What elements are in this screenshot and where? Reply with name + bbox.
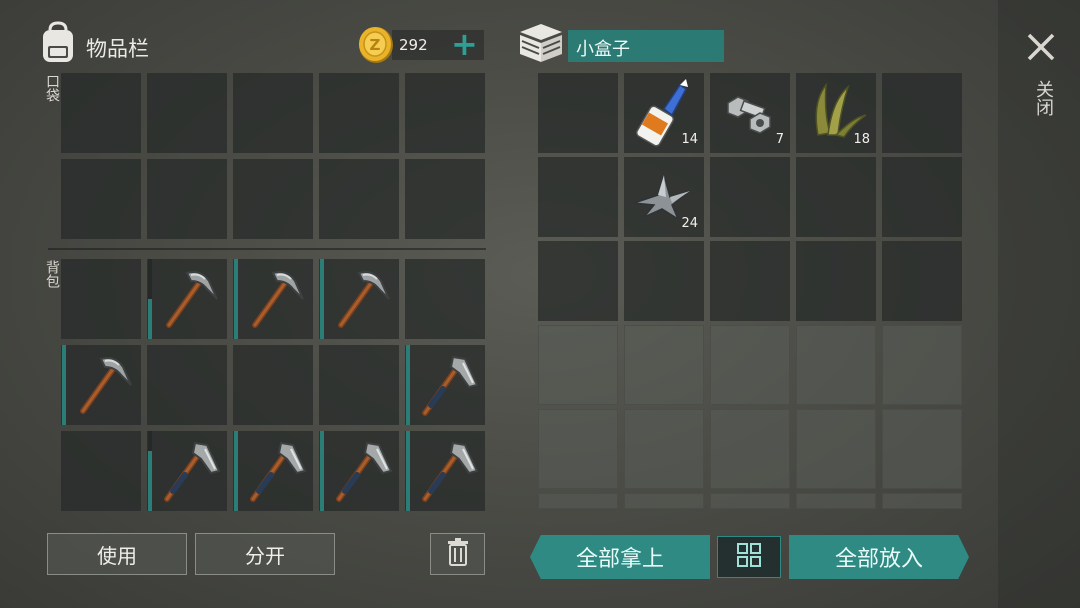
backpack-slot[interactable] [147,259,227,339]
container-slot[interactable] [624,241,704,321]
inventory-title: 物品栏 [86,37,149,61]
grid-sort-icon [737,543,761,571]
container-slot[interactable] [710,325,790,405]
put-all-button[interactable]: 全部放入 [789,535,969,579]
backpack-icon [38,20,78,64]
item-quantity: 24 [681,216,698,231]
pocket-slot[interactable] [61,159,141,239]
backpack-slot[interactable] [405,431,485,511]
item-quantity: 14 [681,132,698,147]
backpack-slot[interactable] [233,259,313,339]
use-button[interactable]: 使用 [47,533,187,575]
container-name: 小盒子 [576,39,630,60]
container-slot[interactable] [710,241,790,321]
pocket-slot[interactable] [405,159,485,239]
split-button[interactable]: 分开 [195,533,335,575]
container-slot[interactable] [796,493,876,509]
close-icon [1024,33,1058,68]
container-slot[interactable] [538,409,618,489]
container-slot[interactable] [710,409,790,489]
container-slot[interactable] [624,493,704,509]
backpack-slot[interactable] [233,345,313,425]
backpack-slot[interactable] [405,345,485,425]
backpack-slot[interactable] [319,345,399,425]
box-icon [518,22,564,64]
backpack-slot[interactable] [61,345,141,425]
backpack-slot[interactable] [147,345,227,425]
container-slot[interactable] [796,157,876,237]
svg-text:Z: Z [370,36,381,54]
trash-icon [447,537,469,571]
pocket-slot[interactable] [405,73,485,153]
container-slot[interactable] [624,409,704,489]
container-slot[interactable] [538,157,618,237]
close-label[interactable]: 关闭 [1030,80,1056,116]
container-slot[interactable] [882,493,962,509]
pocket-slot[interactable] [319,159,399,239]
section-divider [48,248,486,250]
coin-amount: 292 [399,36,428,54]
container-slot[interactable] [710,157,790,237]
container-slot[interactable] [796,325,876,405]
container-slot[interactable] [538,241,618,321]
coin-icon: Z [356,24,396,64]
sort-button[interactable] [717,536,781,578]
container-slot[interactable] [882,409,962,489]
item-quantity: 7 [775,132,784,147]
container-slot[interactable] [882,241,962,321]
container-slot[interactable] [538,493,618,509]
pocket-slot[interactable] [233,159,313,239]
container-slot[interactable] [882,157,962,237]
pocket-slot[interactable] [319,73,399,153]
item-quantity: 18 [853,132,870,147]
container-slot[interactable] [882,73,962,153]
container-slot[interactable]: 24 [624,157,704,237]
container-slot[interactable] [538,325,618,405]
close-button[interactable] [1024,30,1058,64]
container-slot[interactable] [624,325,704,405]
backpack-slot[interactable] [319,431,399,511]
pocket-slot[interactable] [147,73,227,153]
container-slot[interactable] [796,409,876,489]
add-coins-button[interactable]: + [451,24,478,64]
backpack-slot[interactable] [61,259,141,339]
container-slot[interactable] [882,325,962,405]
container-slot[interactable] [538,73,618,153]
take-all-button[interactable]: 全部拿上 [530,535,710,579]
container-slot[interactable] [710,493,790,509]
trash-button[interactable] [430,533,485,575]
pocket-slot[interactable] [147,159,227,239]
backpack-slot[interactable] [147,431,227,511]
container-name-field[interactable]: 小盒子 [568,30,724,62]
backpack-slot[interactable] [233,431,313,511]
backpack-slot[interactable] [61,431,141,511]
backpack-slot[interactable] [405,259,485,339]
container-slot[interactable]: 14 [624,73,704,153]
pocket-slot[interactable] [61,73,141,153]
backpack-slot[interactable] [319,259,399,339]
pocket-label: 口袋 [44,74,60,102]
container-slot[interactable]: 7 [710,73,790,153]
pocket-slot[interactable] [233,73,313,153]
container-slot[interactable] [796,241,876,321]
container-slot[interactable]: 18 [796,73,876,153]
backpack-label: 背包 [44,260,60,288]
